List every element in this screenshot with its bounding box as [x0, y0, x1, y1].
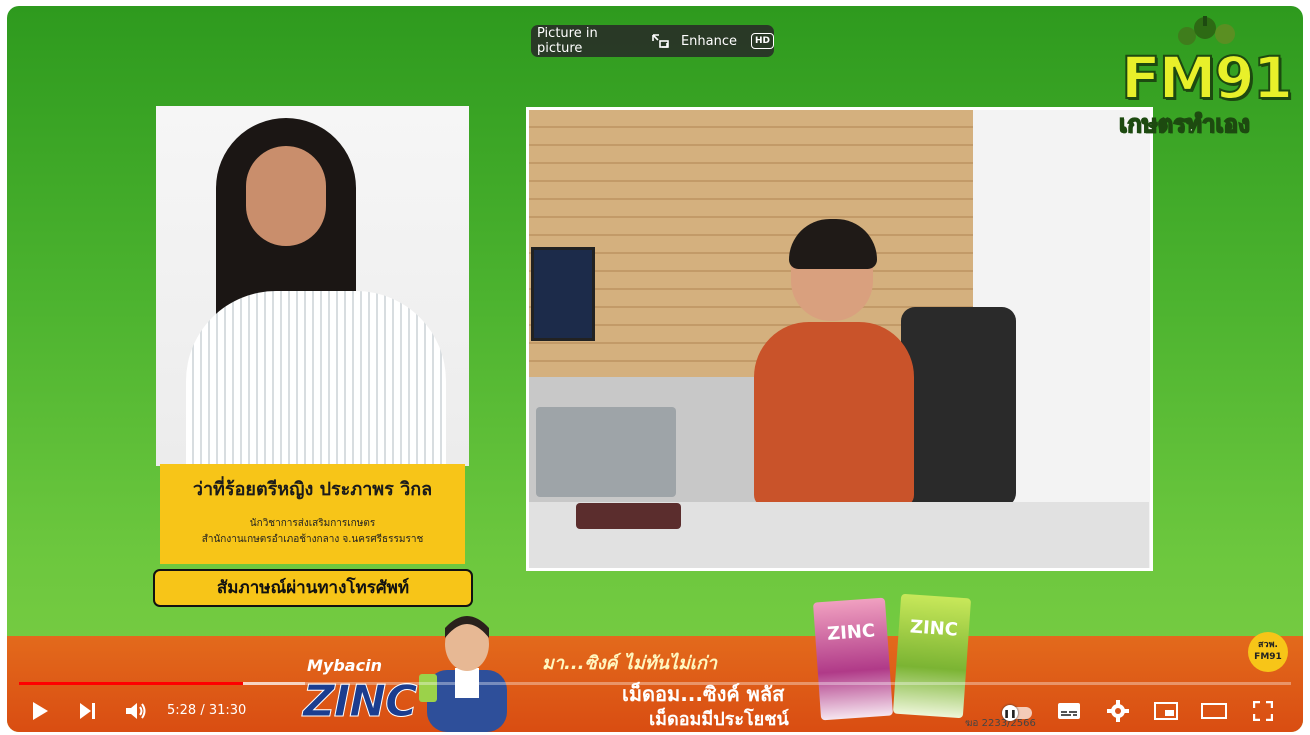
ad-brand-top: Mybacin: [307, 656, 382, 675]
vegetables-icon: [1178, 16, 1235, 45]
guest-office: สำนักงานเกษตรอำเภอช้างกลาง จ.นครศรีธรรมร…: [201, 534, 424, 545]
station-badge: สวพ. FM91: [1248, 632, 1288, 672]
autoplay-toggle[interactable]: ❚❚: [1002, 705, 1032, 721]
hd-badge[interactable]: HD: [750, 33, 774, 49]
gear-icon[interactable]: [1105, 698, 1131, 724]
guest-caption: ว่าที่ร้อยตรีหญิง ประภาพร วิกล นักวิชากา…: [160, 464, 465, 564]
next-icon[interactable]: [75, 698, 101, 724]
studio-monitor: [531, 247, 595, 341]
ad-slogan-1: มา...ซิงค์ ไม่ทันไม่เก่า: [542, 653, 717, 674]
guest-role: นักวิชาการส่งเสริมการเกษตร: [249, 518, 376, 529]
top-overlay-bar: Picture in picture Enhance HD: [531, 25, 774, 57]
player-controls: 5:28 / 31:30 ❚❚: [7, 692, 1303, 732]
theater-icon[interactable]: [1201, 698, 1227, 724]
time-display: 5:28 / 31:30: [167, 703, 247, 718]
pip-button[interactable]: Picture in picture: [537, 26, 637, 56]
fm91-logo: FM91 เกษตรทำเอง: [1115, 14, 1295, 139]
logo-sub-text: เกษตรทำเอง: [1118, 109, 1250, 139]
studio-chair: [901, 307, 1016, 507]
phone-interview-label: สัมภาษณ์ผ่านทางโทรศัพท์: [153, 569, 473, 607]
subtitles-icon[interactable]: [1056, 698, 1082, 724]
pack-label: ZINC: [909, 616, 959, 641]
progress-played: [19, 682, 243, 685]
progress-bar[interactable]: [19, 682, 1291, 685]
fullscreen-icon[interactable]: [1250, 698, 1276, 724]
volume-icon[interactable]: [123, 698, 149, 724]
guest-shirt: [186, 291, 446, 466]
miniplayer-icon[interactable]: [1153, 698, 1179, 724]
pip-icon[interactable]: [651, 33, 669, 49]
pack-label: ZINC: [826, 620, 876, 645]
phone-on-desk: [576, 503, 681, 529]
video-player[interactable]: ว่าที่ร้อยตรีหญิง ประภาพร วิกล นักวิชากา…: [7, 6, 1303, 732]
audio-mixer: [536, 407, 676, 497]
guest-face: [246, 146, 326, 246]
host-body: [754, 322, 914, 507]
pause-icon: ❚❚: [1002, 705, 1018, 721]
studio-video-frame: [526, 107, 1153, 571]
logo-main-text: FM91: [1120, 43, 1294, 113]
play-icon[interactable]: [27, 698, 53, 724]
enhance-button[interactable]: Enhance: [681, 34, 737, 49]
guest-name: ว่าที่ร้อยตรีหญิง ประภาพร วิกล: [192, 479, 433, 500]
guest-photo: [156, 106, 469, 466]
